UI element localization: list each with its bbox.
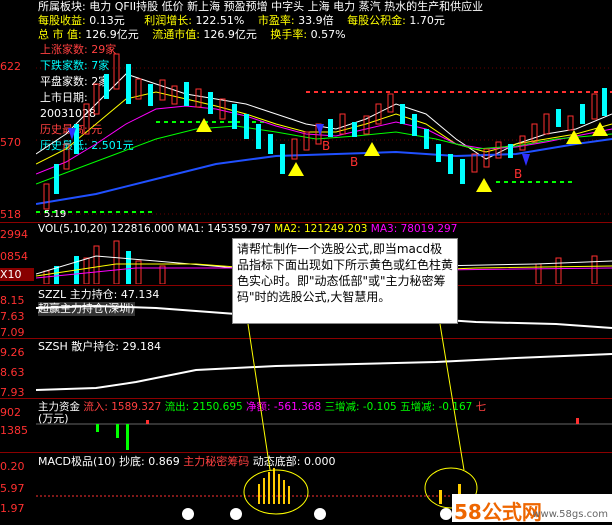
logo-main: 58公式网 (454, 500, 542, 524)
site-logo: 58公式网 www.58gs.com (452, 494, 612, 524)
annotation-arrows (247, 323, 465, 471)
logo-url: www.58gs.com (532, 509, 608, 520)
